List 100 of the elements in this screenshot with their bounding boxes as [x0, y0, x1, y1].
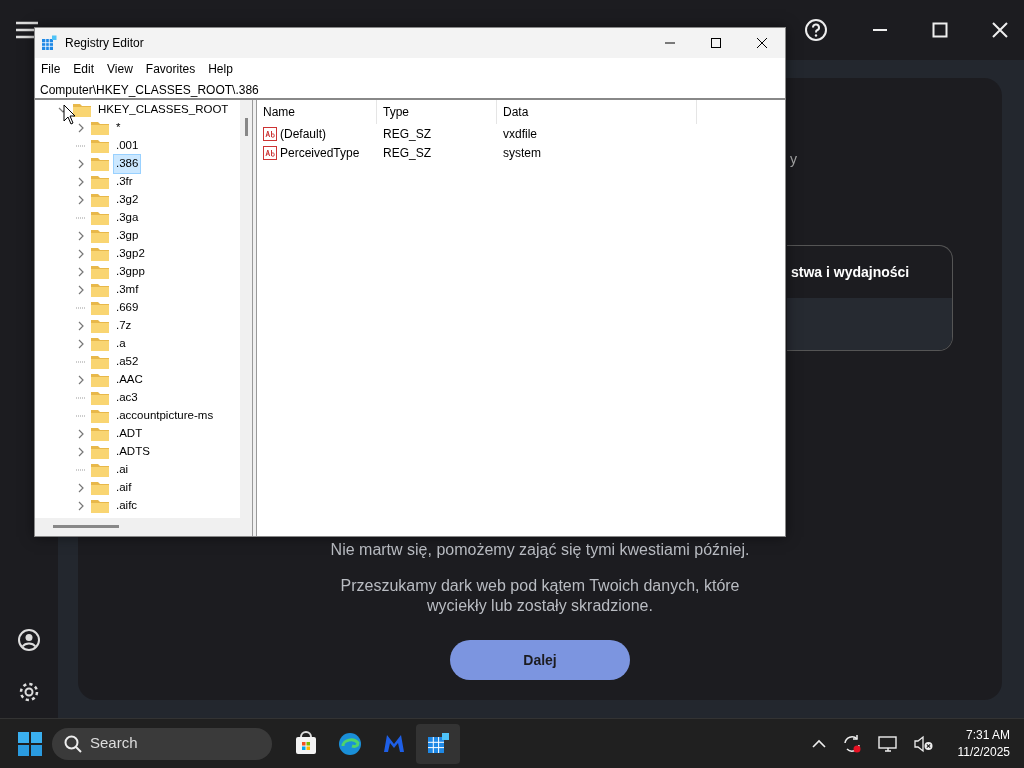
chevron-icon[interactable] — [77, 231, 85, 241]
search-icon — [64, 734, 82, 753]
value-type: REG_SZ — [382, 125, 432, 143]
folder-icon — [91, 175, 109, 189]
column-header[interactable]: Name — [257, 100, 377, 124]
folder-icon — [91, 373, 109, 387]
folder-icon — [91, 481, 109, 495]
chevron-icon[interactable] — [77, 123, 85, 133]
folder-icon — [91, 301, 109, 315]
folder-icon — [91, 139, 109, 153]
next-button[interactable]: Dalej — [450, 640, 630, 680]
menu-item[interactable]: Favorites — [145, 60, 203, 78]
chevron-icon[interactable] — [77, 195, 85, 205]
scrollbar-thumb[interactable] — [53, 525, 119, 528]
tree-item[interactable]: HKEY_CLASSES_ROOT — [95, 100, 232, 120]
tree-item[interactable]: .3gp2 — [113, 244, 148, 264]
tree-item[interactable]: .AAC — [113, 370, 146, 390]
settings-icon[interactable] — [17, 680, 41, 704]
tree-item[interactable]: * — [113, 118, 124, 138]
folder-icon — [91, 337, 109, 351]
folder-icon — [91, 283, 109, 297]
folder-icon — [91, 265, 109, 279]
folder-icon — [91, 319, 109, 333]
account-icon[interactable] — [17, 628, 41, 652]
folder-icon — [91, 247, 109, 261]
tree-item[interactable]: .a52 — [113, 352, 142, 372]
tree-item[interactable]: .aifc — [113, 496, 141, 516]
tree-item[interactable]: .ADTS — [113, 442, 153, 462]
browser-icon — [337, 730, 363, 757]
chevron-icon[interactable] — [77, 429, 85, 439]
chevron-icon[interactable] — [77, 483, 85, 493]
info-text: Przeszukamy dark web pod kątem Twoich danych, które wyciekły lub zostały skradzione. — [339, 576, 741, 616]
chevron-icon[interactable] — [77, 177, 85, 187]
tree-item[interactable]: .3gp — [113, 226, 142, 246]
folder-icon — [91, 409, 109, 423]
value-data: vxdfile — [502, 125, 538, 143]
tree-item[interactable]: .669 — [113, 298, 142, 318]
registry-icon — [41, 35, 57, 51]
tree-item[interactable]: .3ga — [113, 208, 142, 228]
menu-item[interactable]: Edit — [73, 60, 102, 78]
tree-item[interactable]: .accountpicture-ms — [113, 406, 217, 426]
folder-icon — [91, 355, 109, 369]
close-icon[interactable] — [992, 22, 1008, 38]
chevron-up-icon[interactable] — [811, 738, 826, 749]
column-header[interactable]: Type — [377, 100, 497, 124]
folder-icon — [73, 103, 91, 117]
menu-item[interactable]: Help — [208, 60, 240, 78]
tree-item[interactable]: .a — [113, 334, 129, 354]
tree-item[interactable]: .ac3 — [113, 388, 141, 408]
sync-icon[interactable] — [841, 733, 862, 754]
folder-icon — [91, 499, 109, 513]
speaker-muted-icon[interactable] — [913, 734, 934, 753]
taskbar-app[interactable] — [416, 723, 460, 764]
tree-item[interactable]: .3g2 — [113, 190, 142, 210]
value-type: REG_SZ — [382, 144, 432, 162]
menu-icon[interactable] — [16, 21, 38, 39]
tree-item[interactable]: .ai — [113, 460, 132, 480]
start-icon[interactable] — [18, 731, 42, 756]
tree-item[interactable]: .aif — [113, 478, 135, 498]
scrollbar-thumb[interactable] — [245, 118, 248, 136]
chevron-icon[interactable] — [77, 285, 85, 295]
folder-icon — [91, 463, 109, 477]
tree-item[interactable]: .386 — [113, 154, 142, 174]
string-value-icon — [263, 145, 277, 160]
folder-icon — [91, 427, 109, 441]
chevron-icon[interactable] — [77, 249, 85, 259]
menu-item[interactable]: File — [41, 60, 68, 78]
help-icon[interactable] — [804, 18, 828, 42]
chevron-icon[interactable] — [77, 375, 85, 385]
tree-item[interactable]: .001 — [113, 136, 142, 156]
folder-icon — [91, 229, 109, 243]
mouse-cursor — [63, 104, 76, 125]
clock-time[interactable]: 7:31 AM — [957, 726, 1010, 744]
menu-item[interactable]: View — [107, 60, 140, 78]
string-value-icon — [263, 126, 277, 141]
folder-icon — [91, 391, 109, 405]
value-name: (Default) — [280, 125, 326, 143]
chevron-icon[interactable] — [77, 501, 85, 511]
folder-icon — [91, 445, 109, 459]
tree-item[interactable]: .7z — [113, 316, 135, 336]
card-title: stwa i wydajności — [791, 264, 910, 280]
chevron-icon[interactable] — [77, 159, 85, 169]
clock-date[interactable]: 11/2/2025 — [957, 743, 1010, 761]
partial-text: y — [790, 150, 797, 169]
search-field[interactable]: Search — [52, 727, 272, 760]
address-bar[interactable]: Computer\HKEY_CLASSES_ROOT\.386 — [40, 83, 259, 97]
tree-item[interactable]: .3gpp — [113, 262, 148, 282]
tree-item[interactable]: .3fr — [113, 172, 136, 192]
store-icon — [293, 730, 319, 757]
display-icon[interactable] — [877, 734, 898, 753]
chevron-icon[interactable] — [77, 267, 85, 277]
column-header[interactable]: Data — [497, 100, 697, 124]
chevron-icon[interactable] — [77, 339, 85, 349]
tree-item[interactable]: .ADT — [113, 424, 146, 444]
chevron-icon[interactable] — [77, 447, 85, 457]
maximize-icon[interactable] — [932, 22, 948, 38]
chevron-icon[interactable] — [77, 321, 85, 331]
window-title: Registry Editor — [65, 35, 144, 52]
value-name: PerceivedType — [280, 144, 360, 162]
tree-item[interactable]: .3mf — [113, 280, 142, 300]
